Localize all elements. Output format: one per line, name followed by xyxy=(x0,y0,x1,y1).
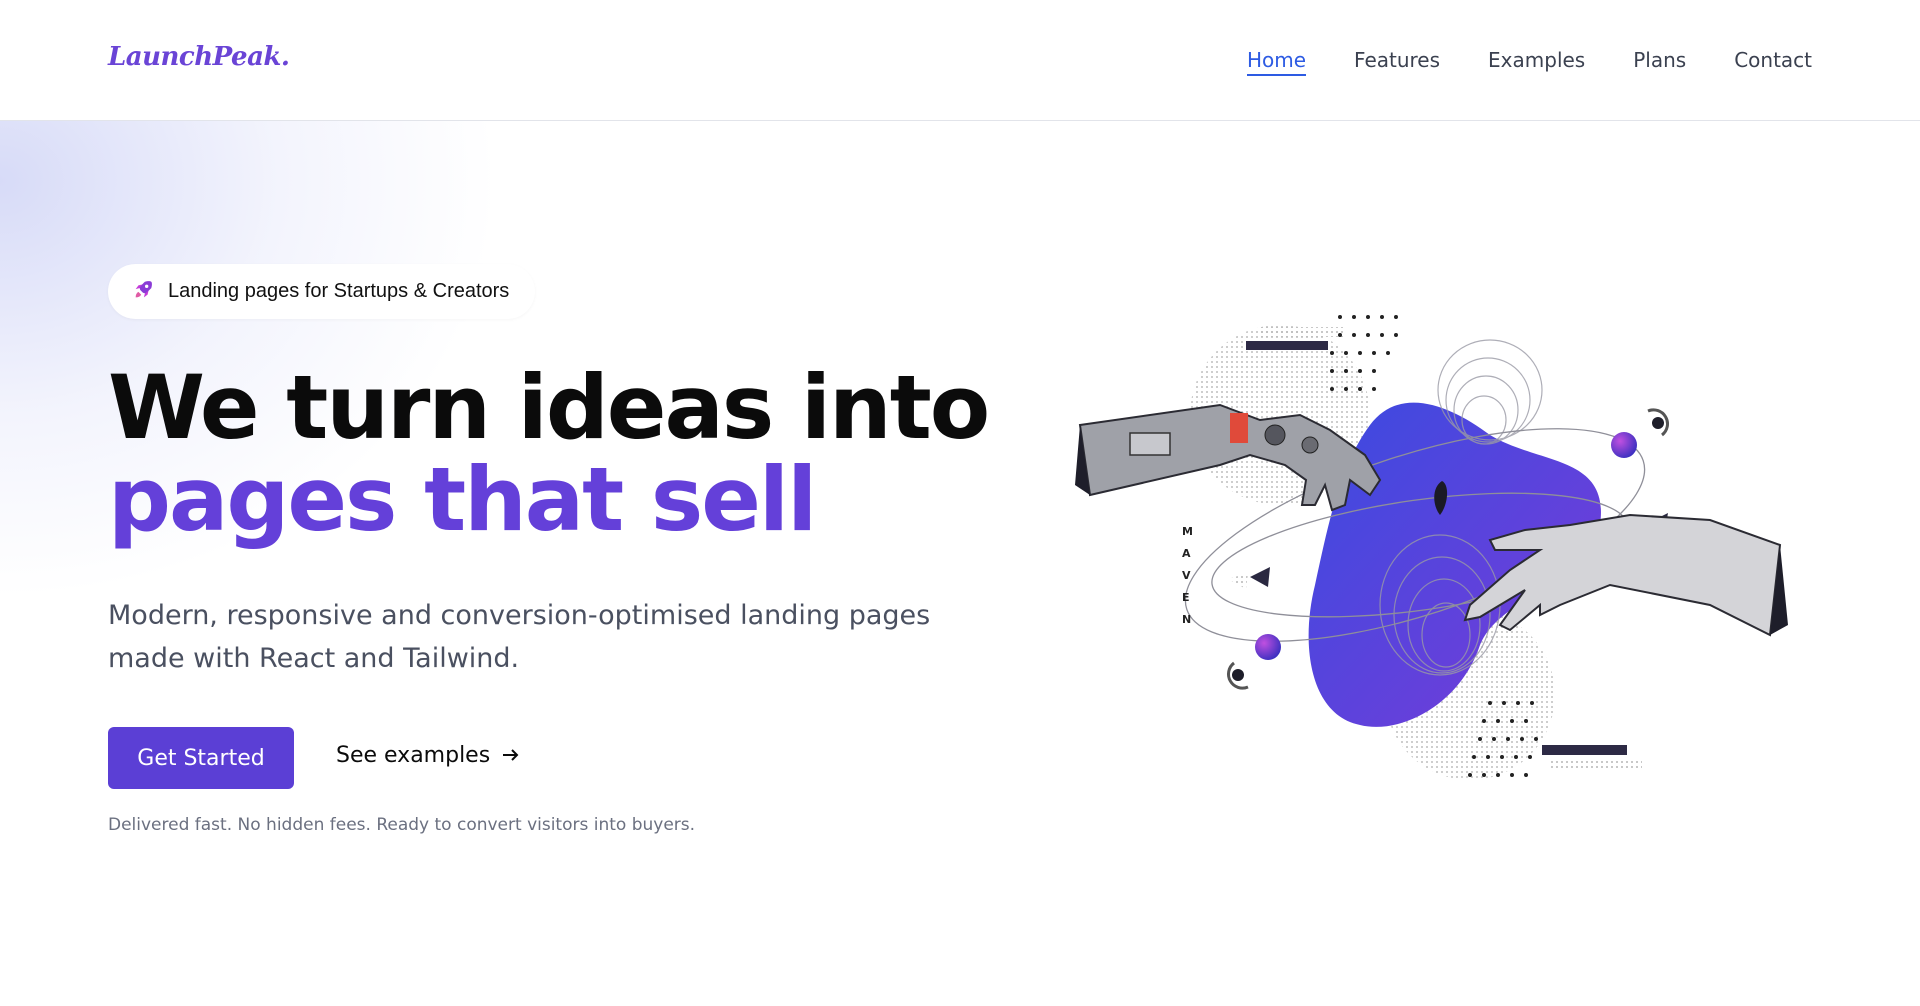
decor-bar xyxy=(1258,327,1346,337)
nav-item-examples[interactable]: Examples xyxy=(1488,48,1585,76)
hero-subtitle: Modern, responsive and conversion-optimi… xyxy=(108,600,931,674)
human-hand xyxy=(1463,513,1788,637)
planet xyxy=(1611,432,1637,458)
hero-headline: We turn ideas into pages that sell xyxy=(108,356,990,551)
main-nav: Home Features Examples Plans Contact xyxy=(1246,48,1812,76)
headline-line-2: pages that sell xyxy=(108,448,817,551)
site-header: LaunchPeak. Home Features Examples Plans… xyxy=(0,0,1920,121)
logo[interactable]: LaunchPeak. xyxy=(108,42,290,72)
decor-bar xyxy=(1246,341,1328,350)
nav-item-contact[interactable]: Contact xyxy=(1734,48,1812,76)
triangle-decor xyxy=(1250,567,1270,587)
nav-item-features[interactable]: Features xyxy=(1354,48,1440,76)
decor-bar xyxy=(1550,758,1642,768)
nav-item-plans[interactable]: Plans xyxy=(1633,48,1686,76)
get-started-button[interactable]: Get Started xyxy=(108,727,294,789)
triangle-decor xyxy=(1228,573,1248,589)
robot-hand-accent xyxy=(1230,413,1248,443)
hero-note: Delivered fast. No hidden fees. Ready to… xyxy=(108,815,696,835)
arrow-right-icon xyxy=(502,743,520,768)
planet-small xyxy=(1232,669,1244,681)
badge-text: Landing pages for Startups & Creators xyxy=(168,280,510,302)
planet xyxy=(1255,634,1281,660)
hero-badge: Landing pages for Startups & Creators xyxy=(108,264,536,319)
see-examples-label: See examples xyxy=(336,743,491,768)
hero-illustration: MAVEN xyxy=(1070,305,1790,805)
nav-item-home[interactable]: Home xyxy=(1246,48,1307,76)
illustration-svg: MAVEN xyxy=(1075,315,1788,780)
planet-small xyxy=(1652,417,1664,429)
rocket-icon xyxy=(132,279,154,305)
decor-bar xyxy=(1542,745,1627,755)
see-examples-link[interactable]: See examples xyxy=(336,743,520,768)
headline-line-1: We turn ideas into xyxy=(108,356,990,459)
